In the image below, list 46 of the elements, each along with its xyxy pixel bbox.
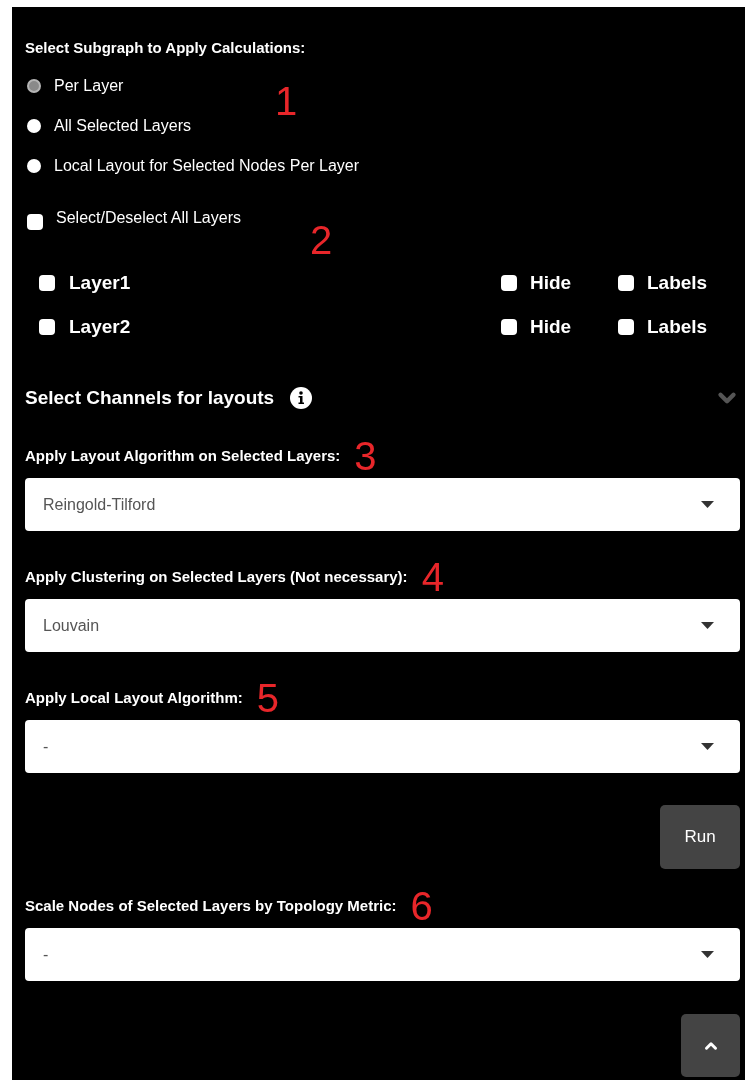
annotation-number: 4 [421,557,444,597]
checkbox[interactable] [618,319,634,335]
checkbox[interactable] [618,275,634,291]
select-value: Reingold-Tilford [43,494,156,515]
radio-label: Local Layout for Selected Nodes Per Layer [54,156,360,176]
checkbox[interactable] [39,319,55,335]
checkbox[interactable] [501,319,517,335]
checkbox[interactable] [27,214,43,230]
dropdown-caret-icon [701,743,714,750]
labels-label: Labels [647,314,708,339]
radio-button[interactable] [27,79,41,93]
select-field[interactable]: Reingold-Tilford [25,478,740,531]
hide-label: Hide [530,270,572,295]
annotation-number: 6 [410,886,433,926]
select-field[interactable]: - [25,928,740,981]
layer-name: Layer2 [69,314,131,339]
annotation-number: 2 [310,220,333,260]
annotation-number: 3 [354,436,377,476]
checkbox-label: Select/Deselect All Layers [56,208,241,228]
section-title: Select Subgraph to Apply Calculations: [25,39,307,57]
checkbox[interactable] [39,275,55,291]
annotation-number: 5 [256,678,280,718]
dropdown-caret-icon [701,951,714,958]
select-value: Louvain [43,615,100,636]
select-field[interactable]: Louvain [25,599,740,652]
radio-label: Per Layer [54,76,124,96]
dropdown-label: Apply Clustering on Selected Layers (Not necessary): [25,566,408,587]
info-icon[interactable] [290,387,313,409]
dropdown-label: Apply Local Layout Algorithm: [25,687,243,708]
select-value: - [43,736,49,757]
section-title: Select Channels for layouts [25,385,275,410]
labels-label: Labels [647,270,708,295]
select-value: - [43,944,49,965]
dropdown-label: Apply Layout Algorithm on Selected Layers: [25,445,341,466]
select-field[interactable]: - [25,720,740,773]
dropdown-caret-icon [701,622,714,629]
dropdown-caret-icon [701,501,714,508]
radio-label: All Selected Layers [54,116,191,136]
checkbox[interactable] [501,275,517,291]
dropdown-label: Scale Nodes of Selected Layers by Topology Metric: [25,895,397,916]
radio-button[interactable] [27,119,41,133]
annotation-number: 1 [275,81,298,121]
run-button[interactable]: Run [660,805,740,869]
layer-name: Layer1 [69,270,131,295]
hide-label: Hide [530,314,572,339]
radio-button[interactable] [27,159,41,173]
